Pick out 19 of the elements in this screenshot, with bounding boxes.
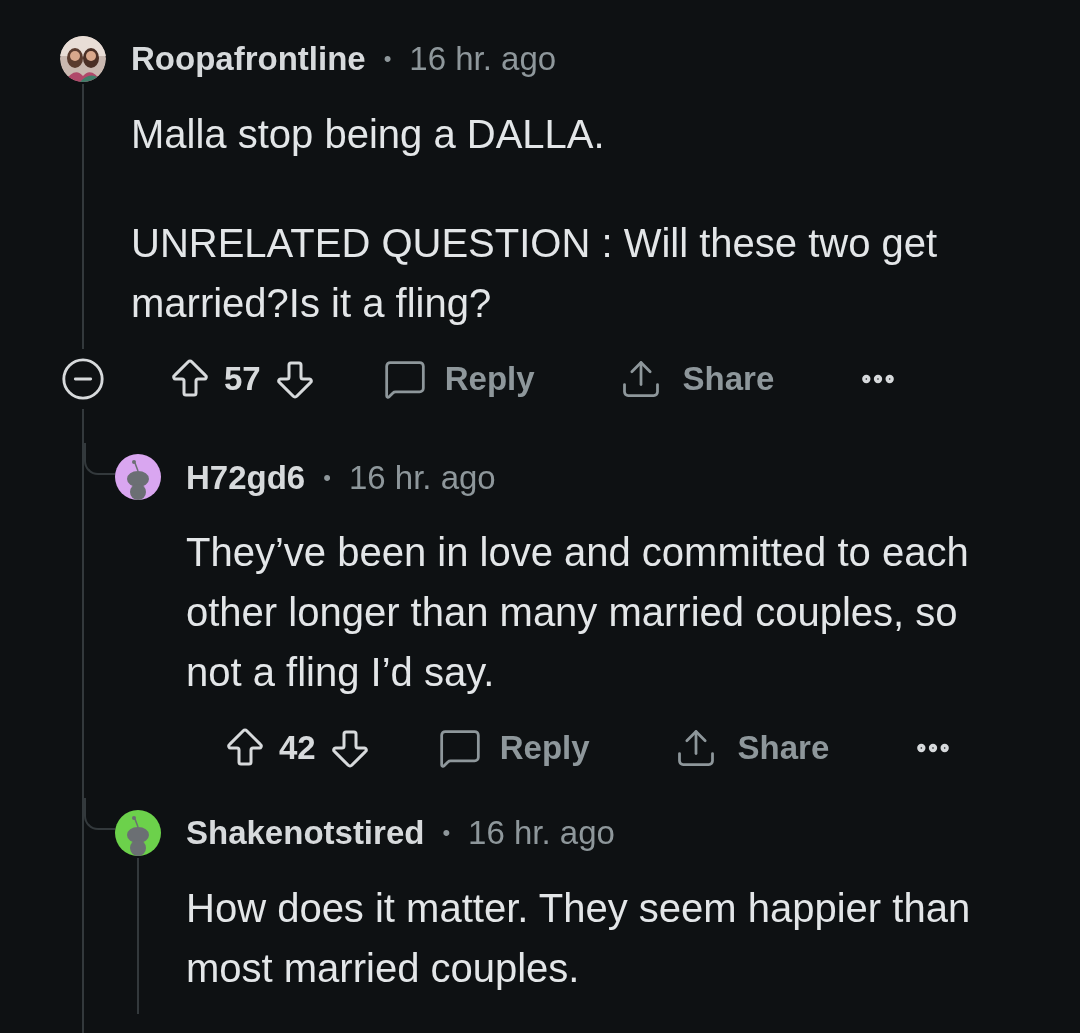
reply-button[interactable]: Reply: [382, 353, 535, 404]
username[interactable]: Shakenotstired: [186, 808, 425, 858]
share-button[interactable]: Share: [673, 723, 830, 773]
separator-dot: •: [442, 819, 451, 848]
reply-button[interactable]: Reply: [437, 723, 590, 773]
share-button[interactable]: Share: [618, 353, 775, 404]
timestamp: 16 hr. ago: [468, 813, 615, 853]
comment-text: Malla stop being a DALLA.: [131, 110, 606, 158]
separator-dot: •: [383, 45, 392, 74]
username[interactable]: Roopafrontline: [131, 34, 366, 84]
comment-text: UNRELATED QUESTION : Will these two get married?Is it a fling?: [131, 219, 939, 327]
comment-text: How does it matter. They seem happier than most married couples.: [186, 884, 972, 992]
username[interactable]: H72gd6: [186, 452, 306, 502]
separator-dot: •: [323, 463, 331, 492]
timestamp: 16 hr. ago: [348, 457, 496, 498]
timestamp: 16 hr. ago: [409, 39, 557, 79]
comment-text: They’ve been in love and committed to each other longer than many married couples, so not a fling I’d say.: [186, 529, 970, 696]
vote-count: 42: [279, 728, 316, 769]
vote-count: 57: [224, 358, 261, 399]
